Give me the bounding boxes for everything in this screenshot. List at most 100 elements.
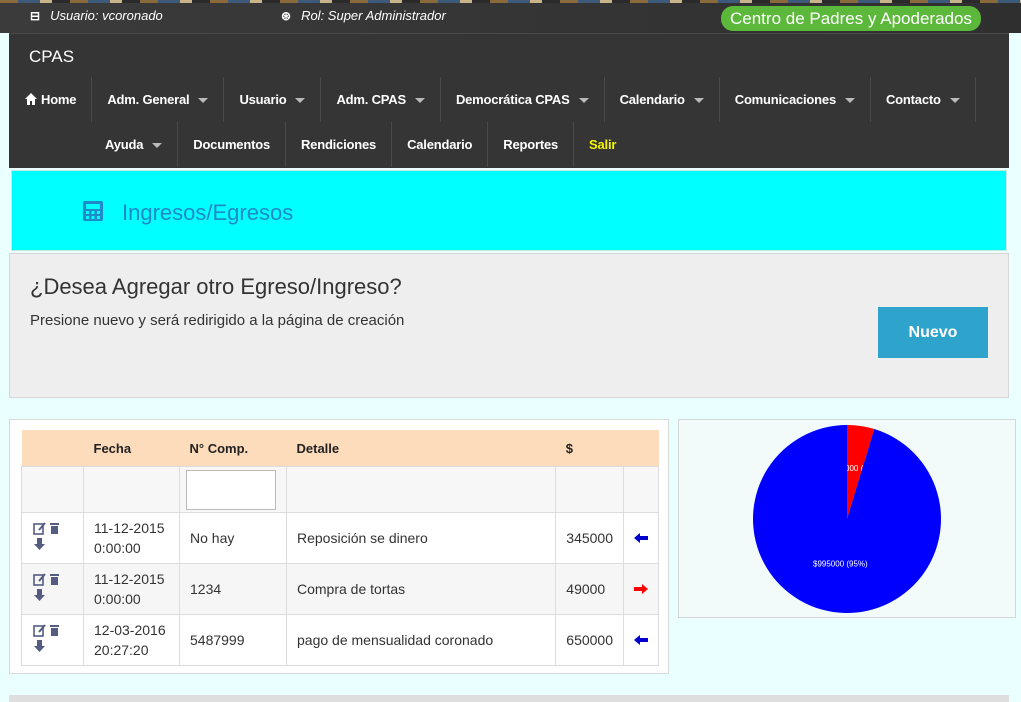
fecha-time: 20:27:20: [94, 642, 149, 658]
download-icon[interactable]: [33, 640, 46, 653]
edit-icon[interactable]: [33, 573, 46, 586]
chevron-down-icon: [578, 98, 589, 104]
nav-item-label: Democrática CPAS: [455, 92, 570, 107]
nav-item-label: Adm. CPAS: [336, 92, 406, 107]
nav-item-adm-cpas[interactable]: Adm. CPAS: [321, 77, 441, 122]
fecha-cell: 12-03-2016 20:27:20: [83, 614, 180, 666]
nav-item-rendiciones[interactable]: Rendiciones: [286, 122, 393, 167]
nav-item-reportes[interactable]: Reportes: [488, 122, 575, 167]
type-cell: [623, 563, 659, 615]
comp-filter-input[interactable]: [186, 469, 276, 510]
monto-cell: 345000: [555, 512, 624, 564]
header-monto[interactable]: $: [555, 430, 624, 467]
nav-item-label: Rendiciones: [300, 137, 377, 152]
download-icon[interactable]: [33, 538, 46, 551]
comp-cell: 5487999: [179, 614, 287, 666]
arrow-left-icon: [634, 635, 648, 645]
menu-row-1: Home Adm. General Usuario Adm. CPAS Democrát…: [9, 77, 976, 122]
user-label: Usuario: vcoronado: [50, 8, 163, 23]
role-info: ⊛ Rol: Super Administrador: [281, 8, 446, 23]
nav-item-ayuda[interactable]: Ayuda: [90, 122, 179, 167]
header-detalle[interactable]: Detalle: [286, 430, 556, 467]
fecha-cell: 11-12-2015 0:00:00: [83, 512, 180, 564]
filter-cell: [623, 466, 659, 513]
user-icon: ⊟: [30, 9, 41, 23]
filter-cell: [83, 466, 180, 513]
nav-item-calendario[interactable]: Calendario: [392, 122, 489, 167]
trash-icon[interactable]: [48, 624, 61, 637]
nav-item-label: Comunicaciones: [734, 92, 836, 107]
new-entry-panel: ¿Desea Agregar otro Egreso/Ingreso? Pres…: [9, 253, 1009, 398]
detalle-cell: Compra de tortas: [285, 563, 557, 615]
trash-icon[interactable]: [48, 522, 61, 535]
header-type: [623, 430, 659, 467]
page-title: Ingresos/Egresos: [122, 200, 294, 225]
nav-item-democr-tica-cpas[interactable]: Democrática CPAS: [441, 77, 605, 122]
row-actions: [21, 614, 84, 666]
edit-icon[interactable]: [33, 522, 46, 535]
nav-item-label: Documentos: [193, 137, 270, 152]
type-cell: [623, 512, 659, 564]
chevron-down-icon: [152, 143, 163, 149]
fecha-cell: 11-12-2015 0:00:00: [83, 563, 180, 615]
new-button[interactable]: Nuevo: [878, 307, 988, 358]
chart-panel: $49000 (5%) $995000 (95%): [678, 419, 1016, 618]
top-decoration: [0, 0, 1021, 3]
globe-icon: ⊛: [281, 9, 292, 23]
download-icon[interactable]: [33, 589, 46, 602]
table-row: 12-03-2016 20:27:20 5487999 pago de mensual…: [21, 614, 659, 666]
nav-item-adm-general[interactable]: Adm. General: [92, 77, 225, 122]
top-strip: ⊟ Usuario: vcoronado ⊛ Rol: Super Administ…: [0, 0, 1021, 33]
transactions-panel: Fecha N° Comp. Detalle $ 11-12-2015 0:00:…: [9, 419, 669, 674]
filter-cell: [179, 466, 287, 513]
navbar: CPAS Home Adm. General Usuario Adm. CPAS Dem…: [9, 33, 1009, 168]
nav-item-salir[interactable]: Salir: [574, 122, 631, 167]
chevron-down-icon: [949, 98, 960, 104]
new-entry-heading: ¿Desea Agregar otro Egreso/Ingreso?: [30, 274, 402, 299]
nav-item-usuario[interactable]: Usuario: [224, 77, 322, 122]
nav-item-home[interactable]: Home: [9, 77, 93, 122]
chevron-down-icon: [198, 98, 209, 104]
nav-item-label: Calendario: [407, 137, 473, 152]
menu-row-2: Ayuda Documentos Rendiciones Calendario Repo…: [90, 122, 631, 167]
header-comp[interactable]: N° Comp.: [179, 430, 287, 467]
nav-item-label: Contacto: [885, 92, 941, 107]
nav-item-contacto[interactable]: Contacto: [871, 77, 976, 122]
arrow-right-icon: [634, 584, 648, 594]
detalle-cell: Reposición se dinero: [285, 512, 557, 564]
table-row: 11-12-2015 0:00:00 1234 Compra de tortas 490…: [21, 563, 659, 615]
filter-cell: [555, 466, 624, 513]
page-header: Ingresos/Egresos: [11, 170, 1007, 251]
nav-item-documentos[interactable]: Documentos: [178, 122, 286, 167]
nav-item-label: Salir: [589, 137, 617, 152]
nav-item-label: Calendario: [619, 92, 685, 107]
header-fecha[interactable]: Fecha: [83, 430, 180, 467]
edit-icon[interactable]: [33, 624, 46, 637]
role-label: Rol: Super Administrador: [301, 8, 446, 23]
monto-cell: 650000: [555, 614, 624, 666]
detalle-cell: pago de mensualidad coronado: [285, 614, 557, 666]
filter-cell: [285, 466, 557, 513]
nav-item-label: Usuario: [239, 92, 287, 107]
trash-icon[interactable]: [48, 573, 61, 586]
pie-chart: $49000 (5%)$995000 (95%): [753, 425, 941, 613]
fecha-date: 11-12-2015: [94, 520, 165, 536]
pie-slice-label: $995000 (95%): [813, 560, 868, 569]
filter-cell: [21, 466, 84, 513]
fecha-time: 0:00:00: [94, 540, 141, 556]
row-actions: [21, 563, 84, 615]
pie-slice: [753, 425, 941, 613]
user-info: ⊟ Usuario: vcoronado: [30, 8, 163, 23]
nav-item-label: Ayuda: [105, 137, 144, 152]
chevron-down-icon: [844, 98, 855, 104]
home-icon: [25, 93, 37, 105]
nav-item-calendario[interactable]: Calendario: [605, 77, 720, 122]
chevron-down-icon: [295, 98, 306, 104]
app-name[interactable]: CPAS: [29, 47, 74, 67]
nav-item-comunicaciones[interactable]: Comunicaciones: [720, 77, 871, 122]
fecha-time: 0:00:00: [94, 591, 141, 607]
new-entry-text: Presione nuevo y será redirigido a la pá…: [30, 312, 405, 329]
table-header-row: Fecha N° Comp. Detalle $: [21, 430, 659, 467]
nav-item-label: Home: [41, 92, 77, 107]
row-actions: [21, 512, 84, 564]
